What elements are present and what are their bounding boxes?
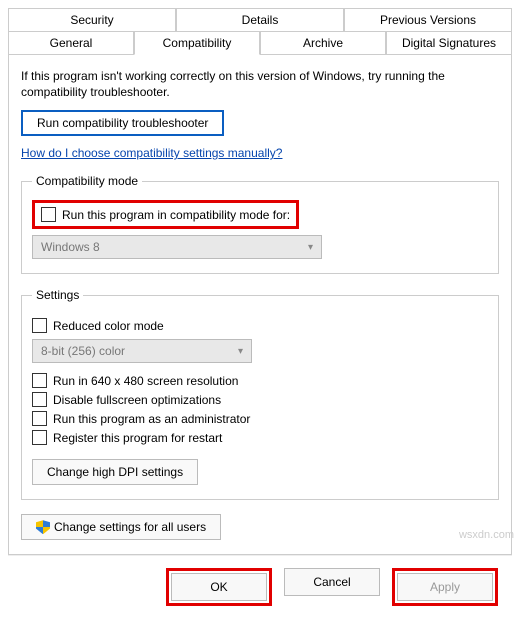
color-mode-value: 8-bit (256) color [41, 344, 125, 358]
tab-archive[interactable]: Archive [260, 31, 386, 55]
settings-group: Settings Reduced color mode 8-bit (256) … [21, 288, 499, 500]
tab-panel-compatibility: If this program isn't working correctly … [8, 54, 512, 555]
change-all-users-button[interactable]: Change settings for all users [21, 514, 221, 540]
change-all-users-label: Change settings for all users [54, 520, 206, 534]
apply-highlight: Apply [392, 568, 498, 606]
ok-highlight: OK [166, 568, 272, 606]
run-troubleshooter-button[interactable]: Run compatibility troubleshooter [21, 110, 224, 136]
tab-previous-versions[interactable]: Previous Versions [344, 8, 512, 32]
manual-settings-link[interactable]: How do I choose compatibility settings m… [21, 146, 282, 160]
cancel-button[interactable]: Cancel [284, 568, 380, 596]
compat-mode-highlight: Run this program in compatibility mode f… [32, 200, 299, 229]
register-restart-label: Register this program for restart [53, 431, 222, 445]
compat-mode-label: Run this program in compatibility mode f… [62, 208, 290, 222]
run-640-label: Run in 640 x 480 screen resolution [53, 374, 238, 388]
dialog-button-bar: OK Cancel Apply [8, 555, 512, 626]
run-640-checkbox[interactable] [32, 373, 47, 388]
ok-button[interactable]: OK [171, 573, 267, 601]
color-mode-dropdown[interactable]: 8-bit (256) color ▾ [32, 339, 252, 363]
properties-dialog: Security Details Previous Versions Gener… [0, 0, 520, 626]
tab-general[interactable]: General [8, 31, 134, 55]
chevron-down-icon: ▾ [238, 346, 243, 357]
tab-strip: Security Details Previous Versions Gener… [8, 8, 512, 54]
compat-mode-checkbox[interactable] [41, 207, 56, 222]
dpi-settings-button[interactable]: Change high DPI settings [32, 459, 198, 485]
run-admin-label: Run this program as an administrator [53, 412, 250, 426]
settings-legend: Settings [32, 288, 83, 302]
tab-details[interactable]: Details [176, 8, 344, 32]
intro-text: If this program isn't working correctly … [21, 69, 499, 100]
compatibility-mode-group: Compatibility mode Run this program in c… [21, 174, 499, 274]
tab-security[interactable]: Security [8, 8, 176, 32]
disable-fullscreen-checkbox[interactable] [32, 392, 47, 407]
reduced-color-checkbox[interactable] [32, 318, 47, 333]
chevron-down-icon: ▾ [308, 242, 313, 253]
reduced-color-label: Reduced color mode [53, 319, 164, 333]
watermark: wsxdn.com [459, 529, 514, 541]
compatibility-mode-legend: Compatibility mode [32, 174, 142, 188]
compat-os-value: Windows 8 [41, 240, 100, 254]
apply-button[interactable]: Apply [397, 573, 493, 601]
disable-fullscreen-label: Disable fullscreen optimizations [53, 393, 221, 407]
tab-digital-signatures[interactable]: Digital Signatures [386, 31, 512, 55]
shield-icon [36, 520, 50, 534]
compat-os-dropdown[interactable]: Windows 8 ▾ [32, 235, 322, 259]
tab-compatibility[interactable]: Compatibility [134, 31, 260, 55]
register-restart-checkbox[interactable] [32, 430, 47, 445]
run-admin-checkbox[interactable] [32, 411, 47, 426]
